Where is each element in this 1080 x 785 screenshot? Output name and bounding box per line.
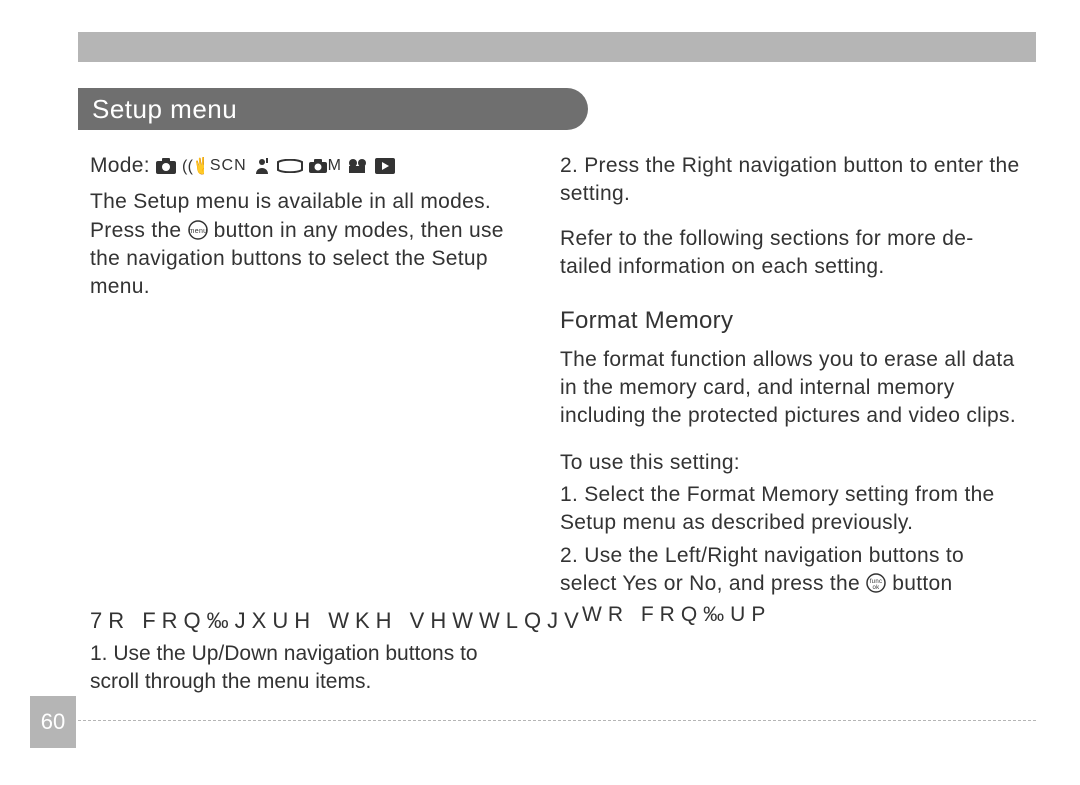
- to-use-label: To use this setting:: [560, 449, 1020, 477]
- text-format: Format: [687, 483, 755, 506]
- refer-paragraph: Refer to the following sections for more…: [560, 225, 1020, 282]
- text-no: No: [689, 572, 716, 595]
- left-column: Mode: ((🖐)) SCN M Th: [90, 152, 520, 318]
- format-step-2: 2. Use the Left/Right navigation buttons…: [560, 542, 1020, 629]
- page-number-text: 60: [41, 709, 65, 735]
- section-title: Setup menu: [92, 94, 237, 125]
- section-title-pill: Setup menu: [78, 88, 588, 130]
- play-icon: [375, 158, 395, 174]
- right-column: 2. Press the Right navigation button to …: [560, 152, 1020, 629]
- svg-text:menu: menu: [188, 228, 207, 235]
- text-leftright: Left/Right: [665, 544, 758, 567]
- text: 1. Select the: [560, 483, 687, 506]
- camera-m-icon: M: [309, 155, 342, 177]
- intro-paragraph: The Setup menu is available in all modes…: [90, 188, 520, 301]
- text: Memory setting from the: [755, 483, 994, 506]
- svg-text:ok: ok: [873, 585, 881, 591]
- mode-m-text: M: [328, 155, 342, 177]
- movie-icon: [347, 158, 369, 174]
- format-memory-heading: Format Memory: [560, 305, 1020, 337]
- panorama-icon: [277, 159, 303, 173]
- text: , and press the: [717, 572, 867, 595]
- mode-row: Mode: ((🖐)) SCN M: [90, 152, 520, 180]
- configure-heading: 7R FRQ‰JXUH WKH VHWWLQJV: [90, 608, 585, 634]
- page-number: 60: [30, 696, 76, 748]
- footer-rule: [78, 720, 1036, 721]
- text: 2. Use the: [560, 544, 665, 567]
- camera-icon: [156, 158, 176, 174]
- format-memory-desc: The format function allows you to erase …: [560, 346, 1020, 431]
- text-setup: Setup: [133, 190, 189, 213]
- mode-label: Mode:: [90, 152, 150, 180]
- configure-step-1: 1. Use the Up/Down navigation buttons to…: [90, 640, 530, 697]
- text: or: [658, 572, 690, 595]
- scn-label: SCN: [210, 155, 247, 177]
- portrait-icon: [253, 157, 271, 175]
- text-updown: Up/Down: [192, 642, 278, 665]
- text: The: [90, 190, 133, 213]
- text-yes: Yes: [622, 572, 657, 595]
- confirm-line: WR FRQ‰UP: [560, 601, 1020, 629]
- text: menu.: [90, 275, 150, 298]
- menu-button-icon: menu: [188, 220, 208, 240]
- func-ok-button-icon: funcok: [866, 573, 886, 593]
- format-step-1: 1. Select the Format Memory setting from…: [560, 481, 1020, 538]
- text-right: Right: [682, 154, 733, 177]
- text: menu as described previously.: [616, 511, 913, 534]
- svg-text:((🖐)): ((🖐)): [182, 157, 204, 175]
- header-bar: [78, 32, 1036, 62]
- anti-shake-icon: ((🖐)): [182, 157, 204, 175]
- text: 2. Press the: [560, 154, 682, 177]
- text-setup: Setup: [432, 247, 488, 270]
- text: button: [886, 572, 952, 595]
- text: 1. Use the: [90, 642, 192, 665]
- step-2: 2. Press the Right navigation button to …: [560, 152, 1020, 209]
- text-setup: Setup: [560, 511, 616, 534]
